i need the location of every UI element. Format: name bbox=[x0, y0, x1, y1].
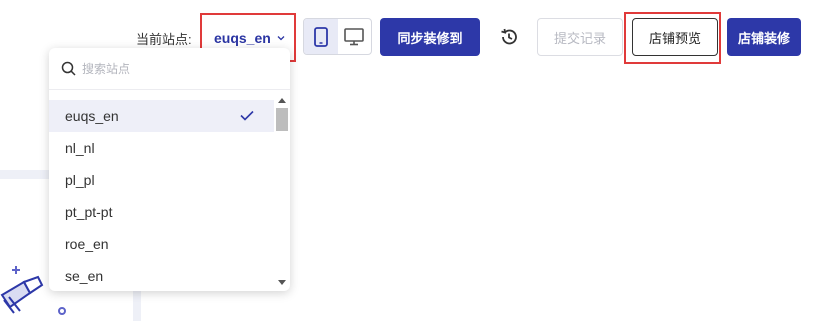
site-option-label: pt_pt-pt bbox=[65, 204, 113, 220]
site-list: euqs_en nl_nl pl_pl pt_pt-pt roe_en se_e… bbox=[49, 100, 274, 292]
site-option[interactable]: roe_en bbox=[49, 228, 274, 260]
site-option-label: roe_en bbox=[65, 236, 109, 252]
history-icon bbox=[501, 28, 517, 45]
scroll-up-arrow[interactable] bbox=[278, 98, 286, 103]
site-label: 当前站点: bbox=[136, 32, 192, 47]
store-preview-button[interactable]: 店铺预览 bbox=[632, 18, 718, 56]
site-option[interactable]: pt_pt-pt bbox=[49, 196, 274, 228]
site-option[interactable]: nl_nl bbox=[49, 132, 274, 164]
dropdown-scrollbar[interactable] bbox=[274, 94, 289, 289]
tablet-icon bbox=[313, 26, 328, 47]
site-option-label: pl_pl bbox=[65, 172, 95, 188]
search-icon bbox=[61, 61, 76, 76]
site-search-input[interactable] bbox=[82, 61, 262, 76]
site-option-label: nl_nl bbox=[65, 140, 95, 156]
tablet-view-button[interactable] bbox=[304, 19, 338, 54]
site-option[interactable]: se_en bbox=[49, 260, 274, 292]
device-toggle bbox=[303, 18, 372, 55]
desktop-icon bbox=[344, 27, 365, 45]
desktop-view-button[interactable] bbox=[338, 19, 372, 54]
site-option-label: se_en bbox=[65, 268, 104, 284]
scroll-down-arrow[interactable] bbox=[278, 280, 286, 285]
store-decorate-button[interactable]: 店铺装修 bbox=[727, 18, 801, 56]
chevron-down-icon bbox=[277, 35, 285, 40]
current-site-value: euqs_en bbox=[214, 29, 271, 46]
sync-decoration-button[interactable]: 同步装修到 bbox=[380, 18, 480, 56]
site-dropdown: euqs_en nl_nl pl_pl pt_pt-pt roe_en se_e… bbox=[49, 48, 290, 291]
site-option[interactable]: pl_pl bbox=[49, 164, 274, 196]
scroll-thumb[interactable] bbox=[276, 108, 288, 131]
site-search bbox=[49, 48, 290, 90]
check-icon bbox=[240, 110, 254, 121]
history-button[interactable] bbox=[497, 25, 521, 49]
submit-record-button[interactable]: 提交记录 bbox=[537, 18, 623, 56]
site-option-label: euqs_en bbox=[65, 108, 119, 124]
site-option[interactable]: euqs_en bbox=[49, 100, 274, 132]
